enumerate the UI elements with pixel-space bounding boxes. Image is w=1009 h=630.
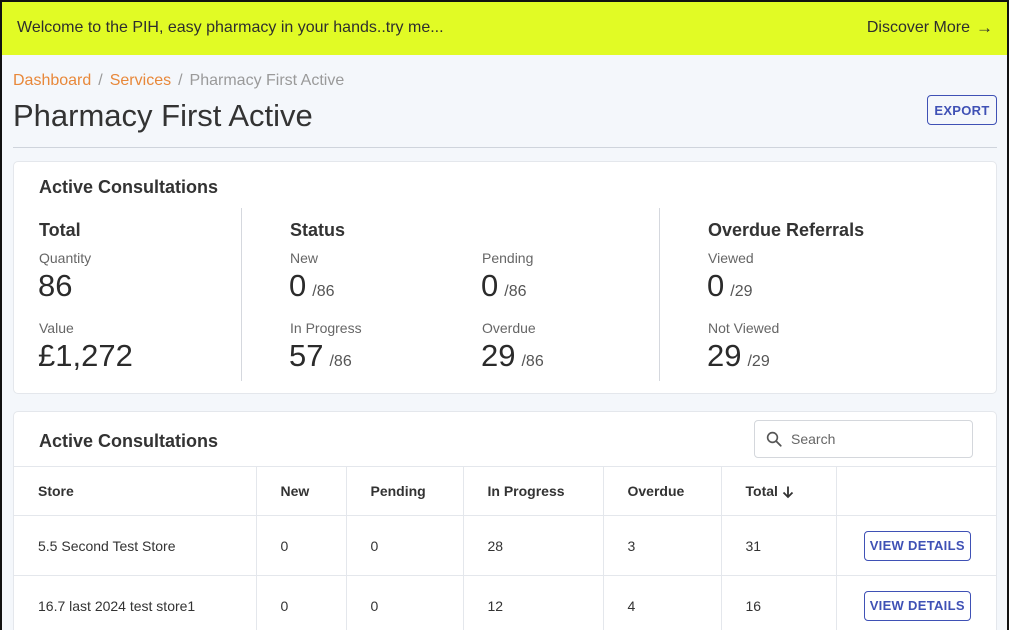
value-number: £1,272 xyxy=(38,338,133,373)
table-row: 5.5 Second Test Store 0 0 28 3 31 VIEW D… xyxy=(14,515,996,576)
status-pending-label: Pending xyxy=(482,250,534,266)
breadcrumb-dashboard[interactable]: Dashboard xyxy=(13,72,91,90)
column-header-in-progress[interactable]: In Progress xyxy=(462,466,603,516)
quantity-label: Quantity xyxy=(39,250,92,266)
cell-overdue: 3 xyxy=(602,515,721,576)
breadcrumb-current: Pharmacy First Active xyxy=(189,72,345,89)
cell-store: 5.5 Second Test Store xyxy=(14,515,256,576)
status-overdue-total: /86 xyxy=(521,353,544,370)
discover-more-link[interactable]: Discover More → xyxy=(867,18,993,38)
status-in-progress-value: 57/86 xyxy=(289,338,352,374)
status-in-progress-label: In Progress xyxy=(290,320,362,336)
view-details-button[interactable]: VIEW DETAILS xyxy=(863,530,971,561)
quantity-value: 86 xyxy=(38,268,72,304)
consultations-table-card: Active Consultations Store New Pending I… xyxy=(13,411,997,630)
page-title: Pharmacy First Active xyxy=(13,98,313,133)
banner-message: Welcome to the PIH, easy pharmacy in you… xyxy=(17,18,444,36)
breadcrumb-separator: / xyxy=(178,72,183,89)
cell-pending: 0 xyxy=(345,575,463,630)
referrals-not-viewed-label: Not Viewed xyxy=(708,320,780,336)
header-divider xyxy=(13,147,997,148)
status-overdue-number: 29 xyxy=(481,338,516,373)
breadcrumb-services[interactable]: Services xyxy=(110,72,171,90)
cell-overdue: 4 xyxy=(602,575,721,630)
status-overdue-value: 29/86 xyxy=(481,338,544,374)
status-new-value: 0/86 xyxy=(289,268,335,304)
column-header-actions xyxy=(835,466,996,516)
sort-down-arrow-icon xyxy=(782,486,794,499)
value-label: Value xyxy=(39,320,74,336)
summary-card: Active Consultations Total Quantity 86 V… xyxy=(13,161,997,394)
cell-in-progress: 28 xyxy=(462,515,603,576)
column-header-overdue[interactable]: Overdue xyxy=(602,466,721,516)
status-heading: Status xyxy=(290,220,346,240)
export-button[interactable]: EXPORT xyxy=(927,95,997,125)
status-pending-number: 0 xyxy=(481,268,499,303)
referrals-not-viewed-total: /29 xyxy=(747,353,770,370)
status-in-progress-number: 57 xyxy=(289,338,324,373)
referrals-viewed-value: 0/29 xyxy=(707,268,753,304)
discover-more-label: Discover More xyxy=(866,18,970,36)
cell-total: 31 xyxy=(720,515,836,576)
arrow-right-icon: → xyxy=(976,17,993,37)
cell-store: 16.7 last 2024 test store1 xyxy=(14,575,256,630)
cell-action: VIEW DETAILS xyxy=(835,515,996,576)
table-header-row: Store New Pending In Progress Overdue To… xyxy=(14,466,996,516)
referrals-heading: Overdue Referrals xyxy=(708,220,865,240)
status-in-progress-total: /86 xyxy=(329,353,352,370)
quantity-number: 86 xyxy=(38,268,73,303)
search-input[interactable] xyxy=(791,431,961,447)
column-header-total[interactable]: Total xyxy=(720,466,836,516)
welcome-banner: Welcome to the PIH, easy pharmacy in you… xyxy=(0,0,1009,55)
status-new-label: New xyxy=(290,250,319,266)
consultations-table: Store New Pending In Progress Overdue To… xyxy=(14,466,996,630)
referrals-viewed-label: Viewed xyxy=(708,250,754,266)
cell-new: 0 xyxy=(255,575,346,630)
status-pending-total: /86 xyxy=(504,283,527,300)
referrals-not-viewed-number: 29 xyxy=(707,338,742,373)
search-icon xyxy=(766,431,782,447)
cell-action: VIEW DETAILS xyxy=(835,575,996,630)
table-card-title: Active Consultations xyxy=(39,431,219,451)
column-header-pending[interactable]: Pending xyxy=(345,466,463,516)
column-header-store[interactable]: Store xyxy=(14,466,256,516)
summary-card-title: Active Consultations xyxy=(39,177,219,197)
status-new-number: 0 xyxy=(289,268,307,303)
referrals-not-viewed-value: 29/29 xyxy=(707,338,770,374)
status-pending-value: 0/86 xyxy=(481,268,527,304)
breadcrumb: Dashboard / Services / Pharmacy First Ac… xyxy=(13,72,344,90)
search-box[interactable] xyxy=(754,420,973,458)
section-divider xyxy=(241,208,242,381)
section-divider xyxy=(659,208,660,381)
referrals-viewed-total: /29 xyxy=(730,283,753,300)
cell-new: 0 xyxy=(255,515,346,576)
breadcrumb-separator: / xyxy=(98,72,103,89)
status-new-total: /86 xyxy=(312,283,335,300)
value-value: £1,272 xyxy=(38,338,133,374)
column-header-total-label: Total xyxy=(745,482,778,499)
total-heading: Total xyxy=(39,220,81,240)
referrals-viewed-number: 0 xyxy=(707,268,725,303)
view-details-button[interactable]: VIEW DETAILS xyxy=(863,590,971,621)
column-header-new[interactable]: New xyxy=(255,466,346,516)
status-overdue-label: Overdue xyxy=(482,320,536,336)
cell-in-progress: 12 xyxy=(462,575,603,630)
cell-total: 16 xyxy=(720,575,836,630)
table-row: 16.7 last 2024 test store1 0 0 12 4 16 V… xyxy=(14,575,996,630)
cell-pending: 0 xyxy=(345,515,463,576)
